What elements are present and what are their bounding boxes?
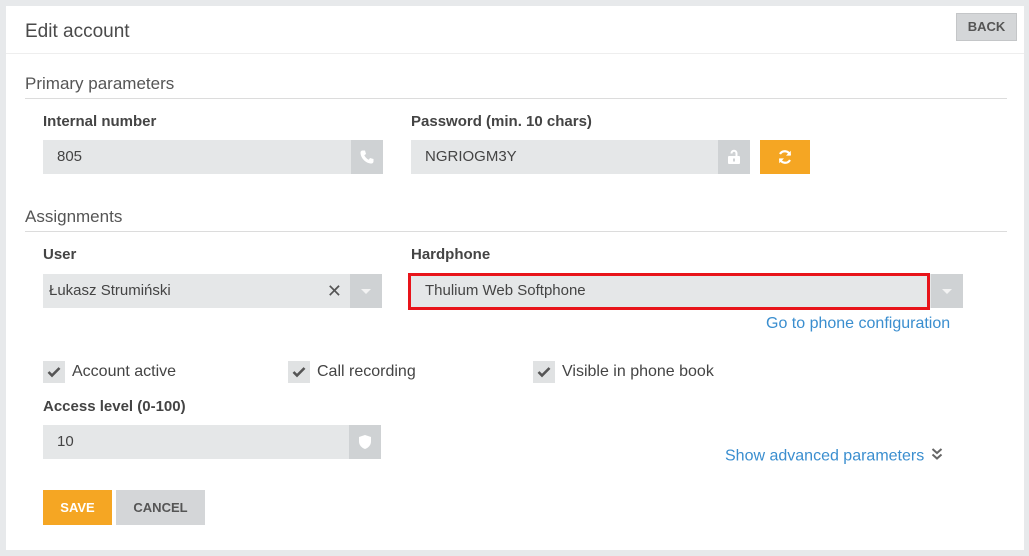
double-chevron-down-icon <box>931 447 943 466</box>
check-icon <box>288 361 310 383</box>
back-button[interactable]: BACK <box>956 13 1017 41</box>
hardphone-dropdown-arrow[interactable] <box>931 274 963 308</box>
section-divider-assignments <box>25 231 1007 232</box>
access-level-field[interactable]: 10 <box>43 425 381 459</box>
shield-icon <box>349 425 381 459</box>
internal-number-value: 805 <box>57 148 83 165</box>
visible-phone-book-checkbox[interactable]: Visible in phone book <box>533 361 714 383</box>
user-value: Łukasz Strumiński <box>49 282 171 299</box>
show-advanced-link[interactable]: Show advanced parameters <box>725 447 943 466</box>
show-advanced-label: Show advanced parameters <box>725 447 925 465</box>
call-recording-checkbox[interactable]: Call recording <box>288 361 416 383</box>
visible-phone-book-label: Visible in phone book <box>562 363 714 380</box>
internal-number-field[interactable]: 805 <box>43 140 383 174</box>
account-active-label: Account active <box>72 363 177 380</box>
chevron-down-icon <box>942 288 952 294</box>
hardphone-select[interactable]: Thulium Web Softphone <box>411 274 963 308</box>
phone-icon <box>351 140 383 174</box>
save-button[interactable]: SAVE <box>43 490 112 525</box>
internal-number-label: Internal number <box>43 113 157 130</box>
hardphone-label: Hardphone <box>411 246 491 263</box>
call-recording-label: Call recording <box>317 363 416 380</box>
clear-icon[interactable]: ✕ <box>327 274 342 308</box>
password-label: Password (min. 10 chars) <box>411 113 592 130</box>
password-value: NGRIOGM3Y <box>425 148 517 165</box>
access-level-label: Access level (0-100) <box>43 398 186 415</box>
generate-password-button[interactable] <box>760 140 810 174</box>
refresh-icon <box>777 149 793 165</box>
phone-config-link[interactable]: Go to phone configuration <box>766 315 950 333</box>
edit-account-panel: Edit account BACK Primary parameters Int… <box>6 6 1024 550</box>
header-divider <box>6 53 1024 54</box>
user-label: User <box>43 246 77 263</box>
check-icon <box>43 361 65 383</box>
password-field[interactable]: NGRIOGM3Y <box>411 140 750 174</box>
section-title-assignments: Assignments <box>25 207 123 226</box>
account-active-checkbox[interactable]: Account active <box>43 361 176 383</box>
unlock-icon <box>718 140 750 174</box>
cancel-button[interactable]: CANCEL <box>116 490 205 525</box>
section-title-primary: Primary parameters <box>25 74 175 93</box>
check-icon <box>533 361 555 383</box>
hardphone-value: Thulium Web Softphone <box>425 282 586 299</box>
user-select[interactable]: Łukasz Strumiński ✕ <box>43 274 382 308</box>
section-divider-primary <box>25 98 1007 99</box>
page-title: Edit account <box>25 21 130 42</box>
access-level-value: 10 <box>57 433 74 450</box>
chevron-down-icon <box>361 288 371 294</box>
user-dropdown-arrow[interactable] <box>350 274 382 308</box>
